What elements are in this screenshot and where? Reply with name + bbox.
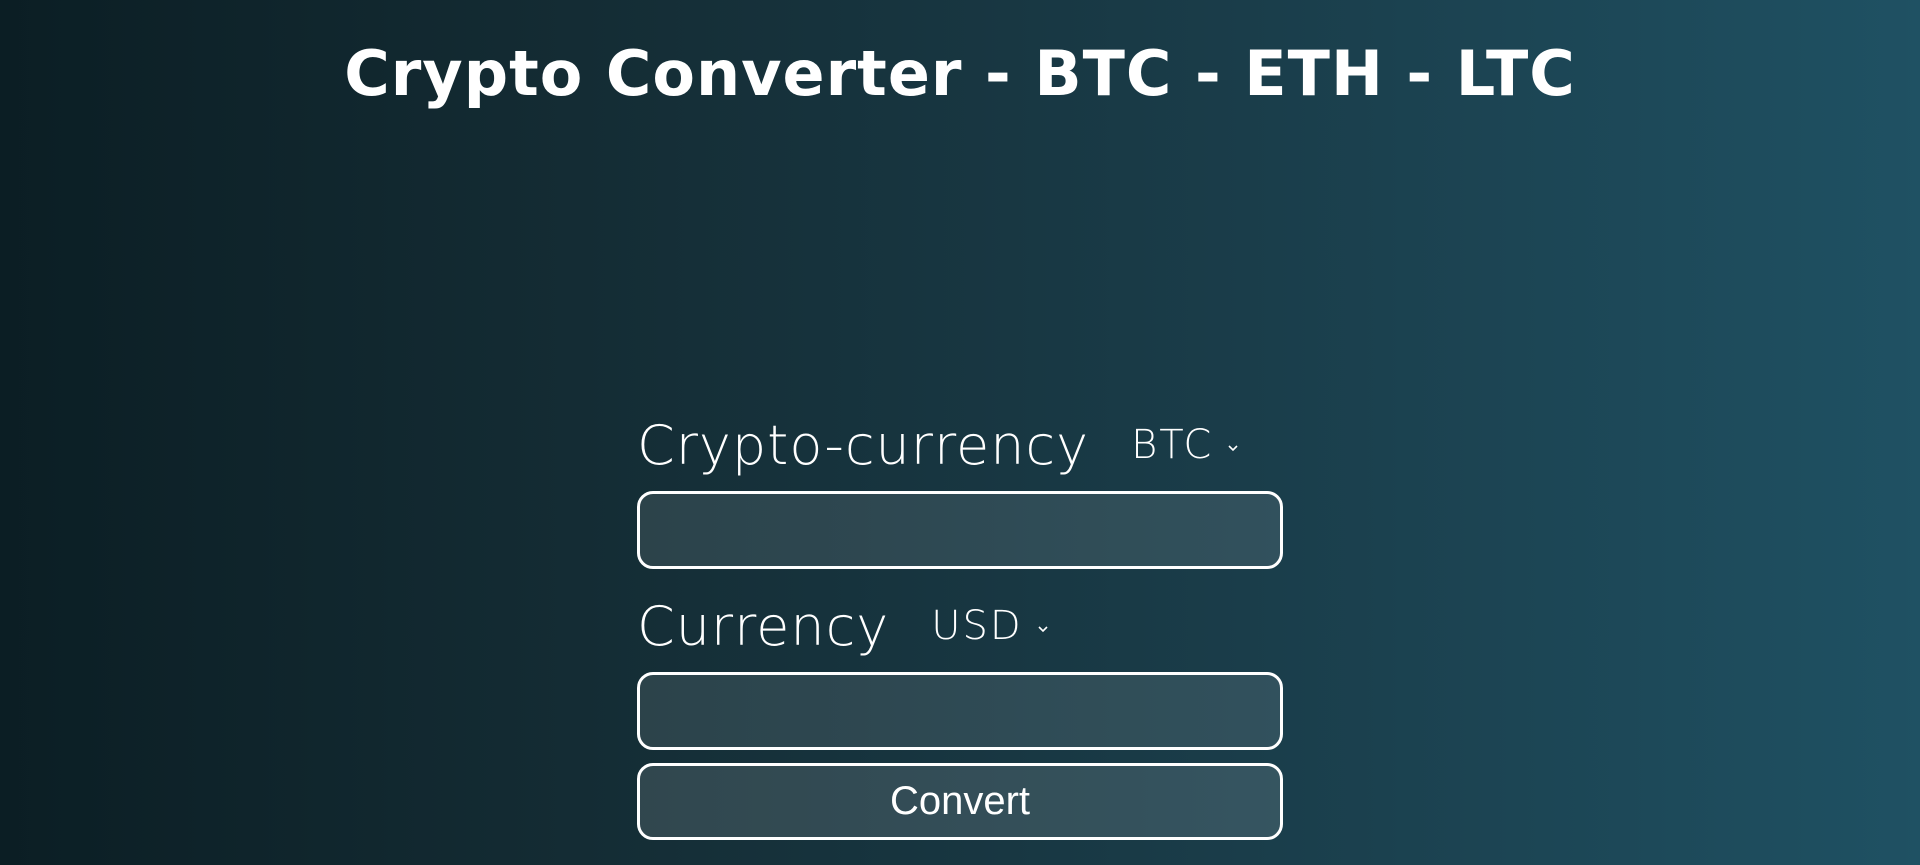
crypto-currency-selected-value: BTC <box>1131 422 1214 468</box>
chevron-down-icon <box>1227 439 1239 452</box>
page-title: Crypto Converter - BTC - ETH - LTC <box>344 37 1576 110</box>
crypto-label-row: Crypto-currency BTC <box>637 410 1283 480</box>
converter-form: Crypto-currency BTC Currency USD Convert <box>637 410 1283 840</box>
currency-label-row: Currency USD <box>637 591 1283 661</box>
crypto-currency-select[interactable]: BTC <box>1131 422 1239 468</box>
chevron-down-icon <box>1037 620 1049 633</box>
convert-button[interactable]: Convert <box>637 763 1283 840</box>
currency-select[interactable]: USD <box>931 603 1048 649</box>
currency-label: Currency <box>637 594 890 658</box>
crypto-currency-label: Crypto-currency <box>637 413 1090 477</box>
crypto-amount-input[interactable] <box>637 491 1283 569</box>
currency-amount-input[interactable] <box>637 672 1283 750</box>
currency-selected-value: USD <box>931 603 1023 649</box>
